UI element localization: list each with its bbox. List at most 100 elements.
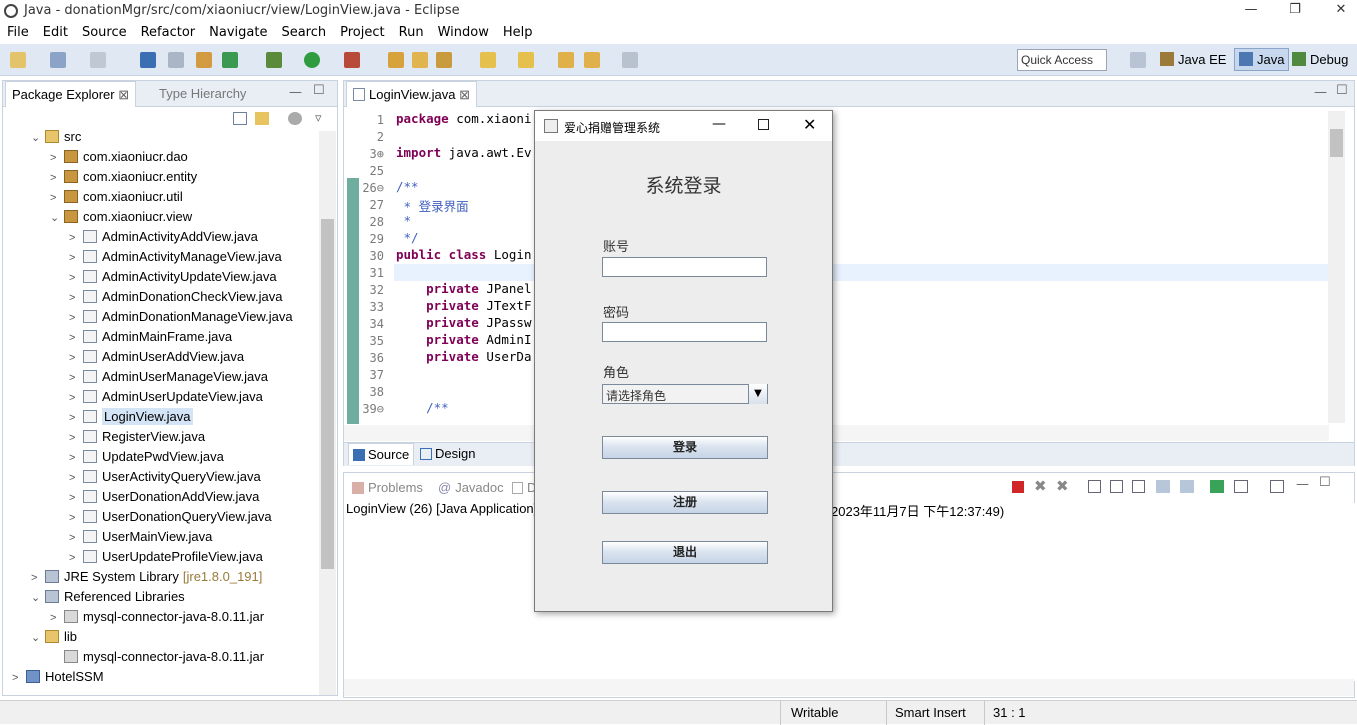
tree-item[interactable]: > AdminDonationCheckView.java [69,289,282,309]
tree-item[interactable]: > mysql-connector-java-8.0.11.jar [50,609,264,629]
word-wrap-icon[interactable] [1132,480,1145,493]
collapse-all-icon[interactable] [233,112,247,125]
new-console-icon[interactable] [1210,480,1224,493]
expand-right-icon[interactable]: > [12,672,26,684]
terminate-icon[interactable] [1012,481,1024,493]
tab-source[interactable]: Source [348,443,415,465]
role-select[interactable]: 请选择角色 ▼ [602,384,768,404]
forward-icon[interactable] [622,52,638,68]
minimize-editor-icon[interactable]: — [1314,85,1327,100]
run-icon[interactable] [304,52,320,68]
close-button[interactable]: ✕ [1330,2,1352,20]
expand-right-icon[interactable]: > [69,252,83,264]
menu-search[interactable]: Search [274,22,333,40]
expand-right-icon[interactable]: > [31,572,45,584]
console-icon[interactable] [140,52,156,68]
tab-package-explorer[interactable]: Package Explorer ⊠ [5,81,137,107]
tree-item[interactable]: > LoginView.java [69,408,193,429]
menu-help[interactable]: Help [496,22,540,40]
view-dropdown-icon[interactable]: ▿ [315,111,322,126]
tree-item[interactable]: ⌄ com.xiaoniucr.view [50,209,192,229]
tree-item[interactable]: ⌄ Referenced Libraries [31,589,185,609]
open-perspective-icon[interactable] [1130,52,1146,68]
register-button[interactable]: 注册 [602,491,768,514]
menu-source[interactable]: Source [75,22,134,40]
editor-scrollbar[interactable] [1328,111,1345,423]
refresh-icon[interactable] [222,52,238,68]
restore-button[interactable]: ❐ [1284,2,1306,20]
expand-right-icon[interactable]: > [69,292,83,304]
prev-annotation-icon[interactable] [518,52,534,68]
open-type-icon[interactable] [412,52,428,68]
expand-right-icon[interactable]: > [69,272,83,284]
console-hscrollbar[interactable] [344,679,1354,696]
expand-right-icon[interactable]: > [69,332,83,344]
expand-right-icon[interactable]: > [50,612,64,624]
tree-item[interactable]: > UserDonationAddView.java [69,489,259,509]
tree-item[interactable]: > HotelSSM [12,669,104,689]
close-tab-icon[interactable]: ⊠ [459,87,470,102]
scroll-lock-icon[interactable] [1110,480,1123,493]
menu-edit[interactable]: Edit [36,22,75,40]
minimize-button[interactable]: — [1240,2,1262,20]
maximize-view-icon[interactable]: ☐ [313,83,325,98]
menu-navigate[interactable]: Navigate [202,22,274,40]
tree-item[interactable]: > AdminActivityAddView.java [69,229,258,249]
minimize-console-icon[interactable]: — [1296,477,1309,492]
account-input[interactable] [602,257,767,277]
close-tab-icon[interactable]: ⊠ [118,87,129,102]
pin-console-icon[interactable] [1180,480,1194,493]
expand-right-icon[interactable]: > [50,172,64,184]
tree-item[interactable]: > AdminUserAddView.java [69,349,244,369]
clear-console-icon[interactable] [1088,480,1101,493]
package-icon[interactable] [196,52,212,68]
maximize-console-icon[interactable]: ☐ [1319,475,1331,490]
tree-item[interactable]: > RegisterView.java [69,429,205,449]
dialog-maximize-button[interactable] [758,119,769,130]
skip-breakpoints-icon[interactable] [168,52,184,68]
tree-item[interactable]: > UserActivityQueryView.java [69,469,261,489]
tab-type-hierarchy[interactable]: Type Hierarchy [153,81,252,107]
perspective-java[interactable]: Java [1234,48,1290,71]
display-console-icon[interactable] [1234,480,1248,493]
perspective-debug[interactable]: Debug [1292,52,1348,67]
expand-right-icon[interactable]: > [69,552,83,564]
menu-project[interactable]: Project [333,22,391,40]
expand-right-icon[interactable]: > [69,312,83,324]
menu-file[interactable]: File [0,22,36,40]
tree-item[interactable]: > UserMainView.java [69,529,212,549]
console-scrollbar[interactable] [1338,503,1355,681]
view-menu-icon[interactable] [288,112,302,125]
tab-loginview[interactable]: LoginView.java ⊠ [346,81,478,107]
dialog-close-button[interactable]: ✕ [803,115,816,134]
menu-window[interactable]: Window [431,22,496,40]
tree-item[interactable]: > JRE System Library [jre1.8.0_191] [31,569,262,589]
remove-launch-icon[interactable]: ✖ [1034,477,1047,495]
tree-item[interactable]: > com.xiaoniucr.entity [50,169,197,189]
menu-run[interactable]: Run [392,22,431,40]
expand-right-icon[interactable]: > [69,372,83,384]
quick-access-input[interactable]: Quick Access [1017,49,1107,71]
tree-item[interactable]: > AdminMainFrame.java [69,329,232,349]
editor-scrollbar-thumb[interactable] [1330,129,1343,157]
expand-down-icon[interactable]: ⌄ [31,131,45,144]
tree-item[interactable]: > AdminUserManageView.java [69,369,268,389]
expand-right-icon[interactable]: > [69,232,83,244]
tree-item[interactable]: > UserDonationQueryView.java [69,509,272,529]
expand-right-icon[interactable]: > [69,492,83,504]
expand-right-icon[interactable]: > [69,352,83,364]
show-console-icon[interactable] [1156,480,1170,493]
password-input[interactable] [602,322,767,342]
expand-right-icon[interactable]: > [69,532,83,544]
maximize-editor-icon[interactable]: ☐ [1336,83,1348,98]
run-external-icon[interactable] [344,52,360,68]
exit-button[interactable]: 退出 [602,541,768,564]
expand-right-icon[interactable]: > [69,392,83,404]
tab-javadoc[interactable]: @ Javadoc [432,475,510,501]
tree-item[interactable]: > UserUpdateProfileView.java [69,549,263,569]
tree-item[interactable]: > UpdatePwdView.java [69,449,224,469]
tree-item[interactable]: ⌄ lib [31,629,77,649]
chevron-down-icon[interactable]: ▼ [748,384,767,404]
tree-item[interactable]: > com.xiaoniucr.dao [50,149,188,169]
remove-all-icon[interactable]: ✖ [1056,477,1069,495]
